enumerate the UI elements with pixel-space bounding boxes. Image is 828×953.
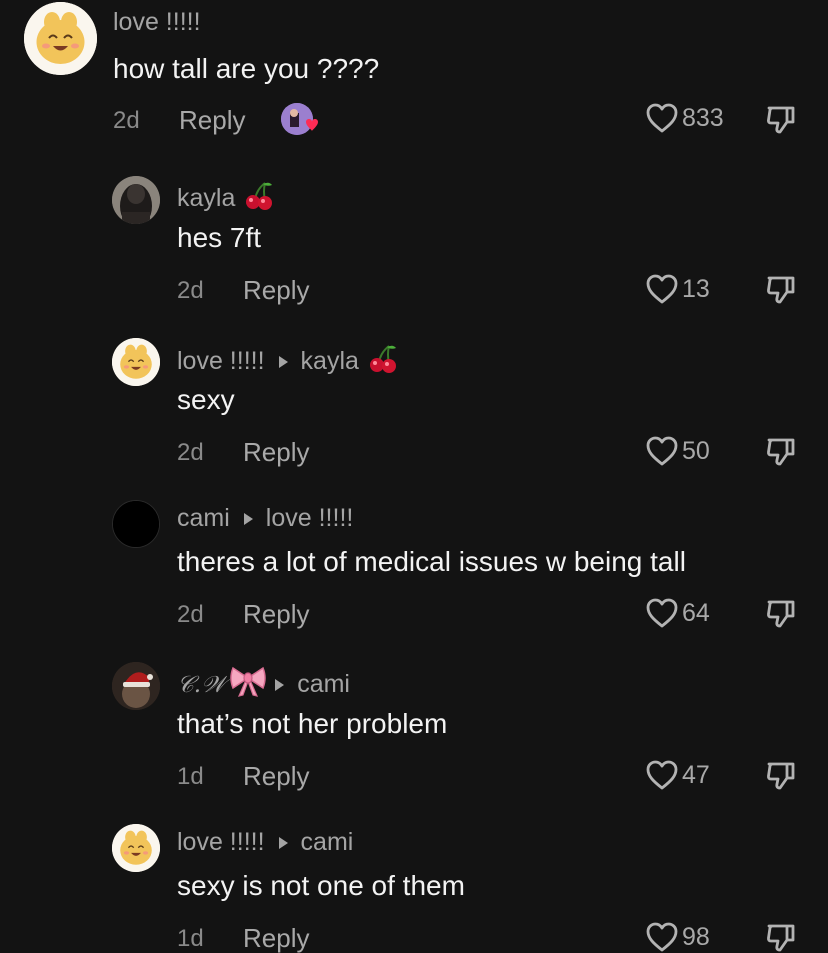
creator-avatar-icon [281, 103, 318, 135]
reply-to-username[interactable]: cami [297, 670, 350, 699]
avatar[interactable] [112, 824, 160, 872]
comment-age: 1d [177, 763, 204, 790]
comment-username[interactable]: love !!!!! [113, 8, 201, 37]
thumbs-down-icon [767, 438, 795, 466]
creator-liked-avatar [281, 103, 318, 135]
comment-username[interactable]: love !!!!! cami [177, 828, 353, 857]
heart-outline-icon [646, 598, 678, 628]
comment-age: 2d [177, 277, 204, 304]
comment-age: 2d [177, 601, 204, 628]
like-count: 98 [682, 922, 710, 951]
cherries-icon [367, 342, 399, 381]
like-count: 47 [682, 760, 710, 789]
reply-arrow-icon [278, 836, 288, 849]
thumbs-down-icon [767, 276, 795, 304]
reply-to-username[interactable]: love !!!!! [266, 504, 354, 533]
like-button[interactable]: 47 [645, 759, 710, 791]
dislike-button[interactable] [765, 104, 797, 141]
reply-button[interactable]: Reply [243, 761, 309, 792]
like-count: 833 [682, 103, 724, 132]
like-button[interactable]: 50 [645, 435, 710, 467]
comment-text: sexy is not one of them [177, 870, 465, 901]
username-text[interactable]: love !!!!! [113, 8, 201, 37]
heart-outline-icon [646, 103, 678, 133]
avatar[interactable] [112, 176, 160, 224]
thumbs-down-icon [767, 106, 795, 134]
santa-hat-avatar-icon [112, 662, 160, 710]
dislike-button[interactable] [765, 274, 797, 311]
username-text[interactable]: cami [177, 504, 230, 533]
comment-username[interactable]: cami love !!!!! [177, 504, 353, 533]
smiling-bread-avatar-icon [24, 2, 97, 75]
reply-arrow-icon [275, 678, 285, 691]
heart-outline-icon [646, 922, 678, 952]
comment-text: theres a lot of medical issues w being t… [177, 546, 686, 577]
dislike-button[interactable] [765, 760, 797, 797]
black-avatar-icon [113, 501, 159, 547]
pink-bow-icon [229, 664, 267, 705]
avatar[interactable] [112, 662, 160, 710]
comment-text: that’s not her problem [177, 708, 448, 739]
heart-outline-icon [646, 760, 678, 790]
like-button[interactable]: 64 [645, 597, 710, 629]
reply-button[interactable]: Reply [243, 923, 309, 953]
comment-text: sexy [177, 384, 235, 415]
reply-button[interactable]: Reply [243, 275, 309, 306]
comment-age: 1d [177, 925, 204, 952]
thumbs-down-icon [767, 600, 795, 628]
smiling-bread-avatar-icon [112, 338, 160, 386]
username-text[interactable]: 𝒞.𝒲 [177, 672, 225, 698]
reply-button[interactable]: Reply [179, 105, 245, 136]
thumbs-down-icon [767, 762, 795, 790]
thumbs-down-icon [767, 924, 795, 952]
dislike-button[interactable] [765, 598, 797, 635]
dark-photo-avatar-icon [112, 176, 160, 224]
username-text[interactable]: love !!!!! [177, 828, 265, 857]
reply-button[interactable]: Reply [243, 437, 309, 468]
comment-text: how tall are you ???? [113, 53, 380, 84]
like-count: 64 [682, 598, 710, 627]
cherries-icon [243, 179, 275, 218]
like-count: 50 [682, 436, 710, 465]
like-count: 13 [682, 274, 710, 303]
avatar[interactable] [24, 2, 97, 75]
comment-text: hes 7ft [177, 222, 262, 253]
dislike-button[interactable] [765, 922, 797, 953]
smiling-bread-avatar-icon [112, 824, 160, 872]
avatar[interactable] [112, 500, 160, 548]
avatar[interactable] [112, 338, 160, 386]
like-button[interactable]: 833 [645, 102, 724, 134]
reply-arrow-icon [243, 512, 253, 525]
dislike-button[interactable] [765, 436, 797, 473]
comment-username[interactable]: kayla [177, 179, 275, 218]
comment-username[interactable]: love !!!!! kayla [177, 342, 399, 381]
reply-button[interactable]: Reply [243, 599, 309, 630]
heart-outline-icon [646, 274, 678, 304]
reply-to-username[interactable]: cami [301, 828, 354, 857]
username-text[interactable]: kayla [177, 184, 235, 213]
comment-age: 2d [113, 107, 140, 134]
comment-username[interactable]: 𝒞.𝒲 cami [177, 664, 350, 705]
username-text[interactable]: love !!!!! [177, 347, 265, 376]
like-button[interactable]: 98 [645, 921, 710, 953]
comment-age: 2d [177, 439, 204, 466]
reply-to-username[interactable]: kayla [301, 347, 359, 376]
like-button[interactable]: 13 [645, 273, 710, 305]
reply-arrow-icon [278, 355, 288, 368]
heart-outline-icon [646, 436, 678, 466]
